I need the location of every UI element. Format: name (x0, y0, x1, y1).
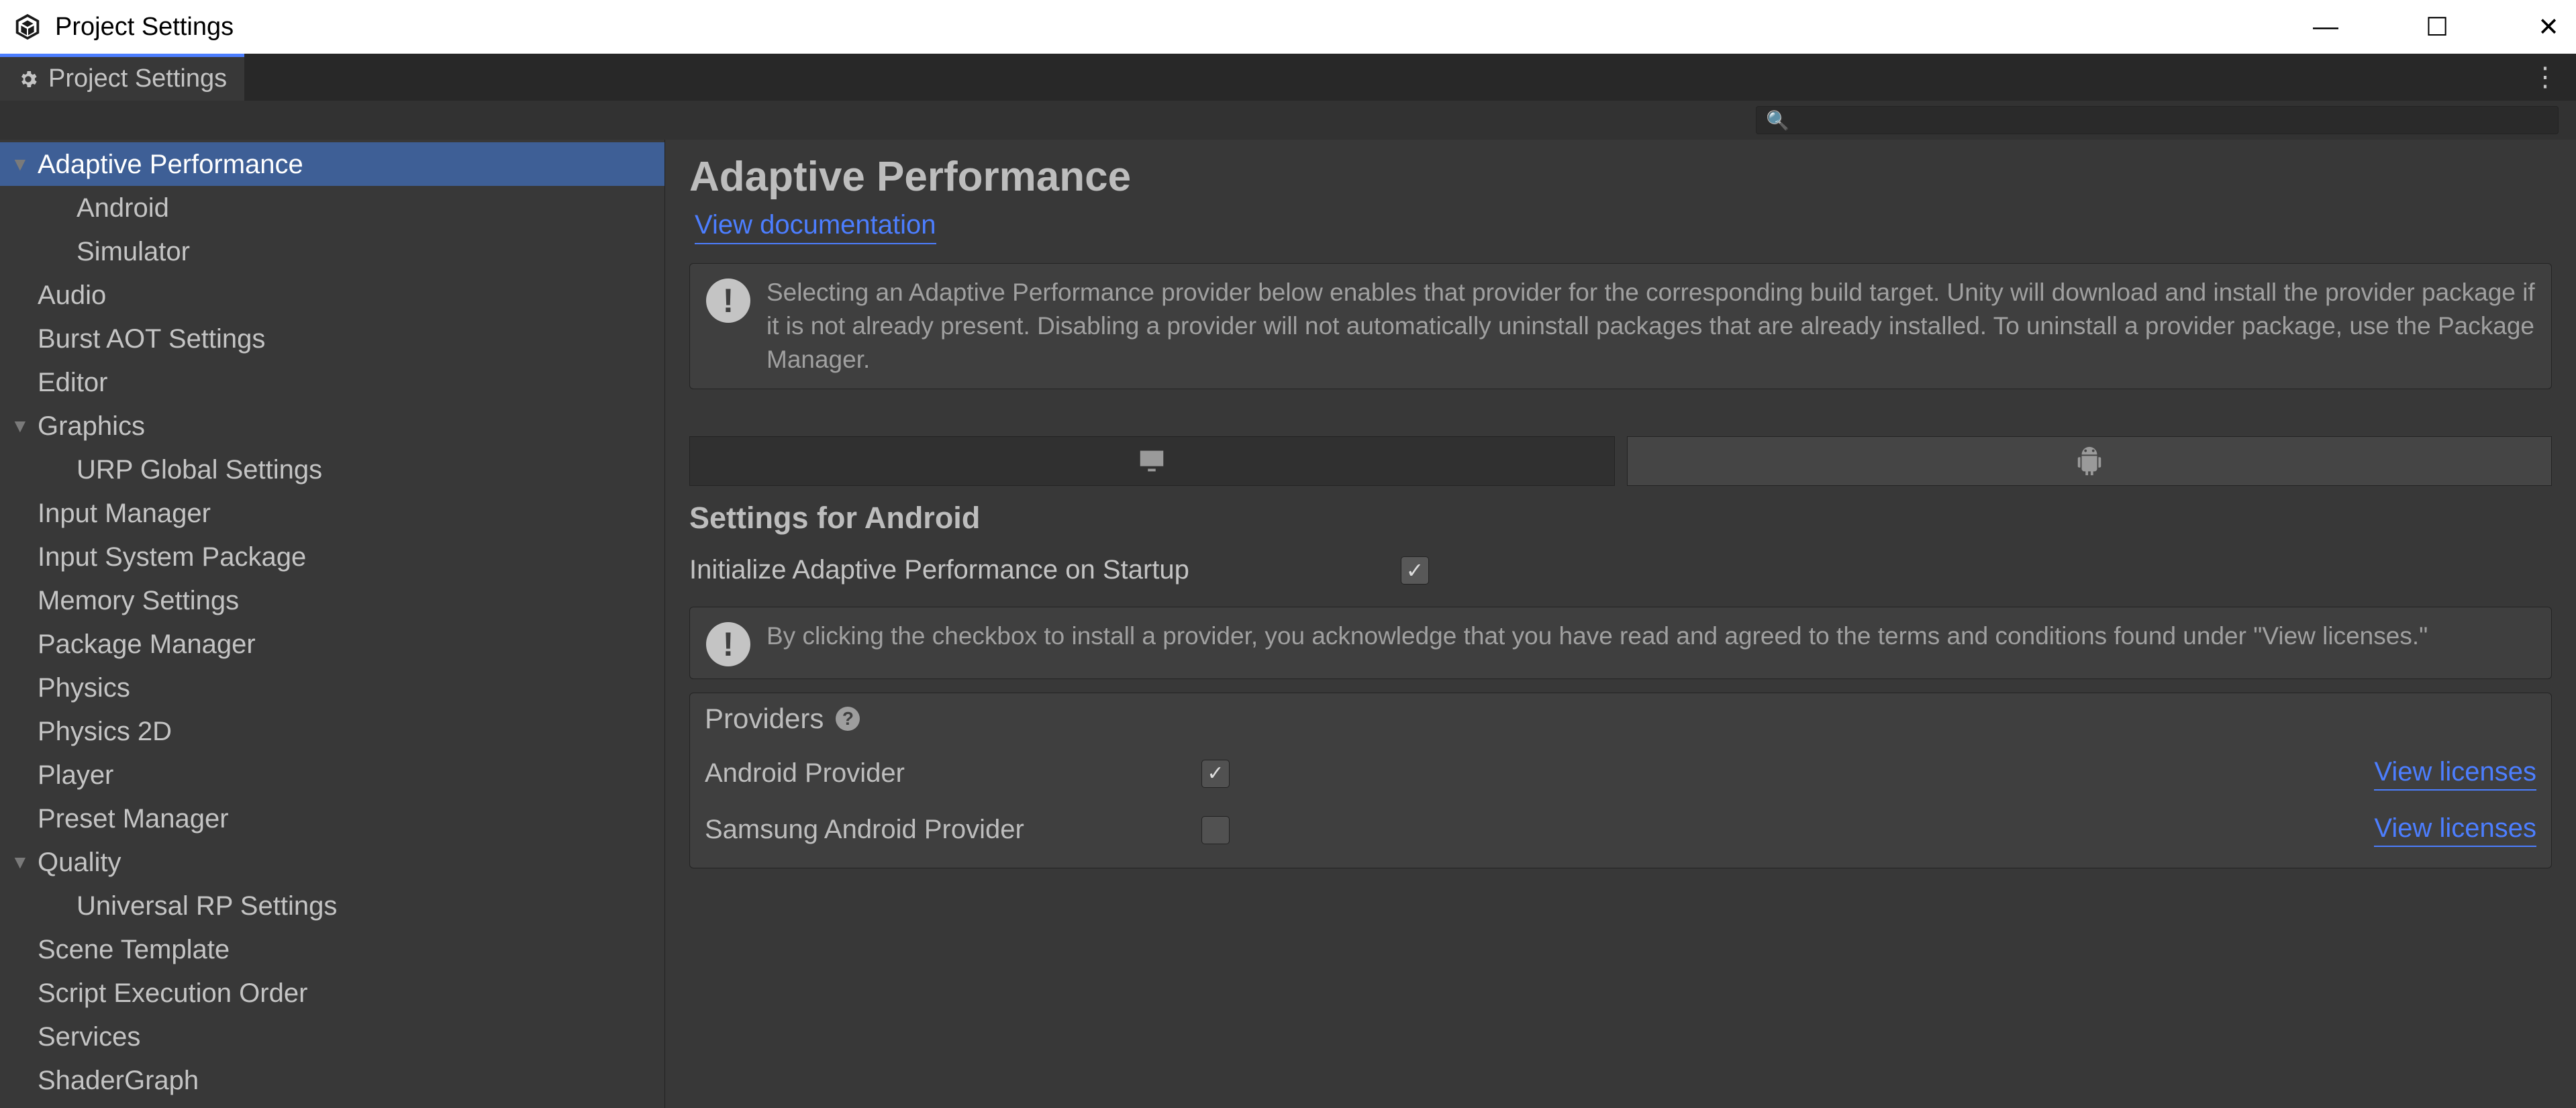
sidebar-item[interactable]: ▼Graphics (0, 404, 664, 448)
settings-content: Adaptive Performance View documentation … (664, 140, 2576, 1108)
provider-name: Samsung Android Provider (705, 815, 1201, 845)
providers-panel: Providers ? Android Provider✓ View licens… (689, 693, 2552, 868)
provider-checkbox[interactable]: ✓ (1201, 760, 1230, 788)
page-title: Adaptive Performance (689, 153, 2552, 201)
window-controls: — ☐ ✕ (2310, 12, 2564, 42)
platform-tabs (689, 436, 2552, 486)
sidebar-item[interactable]: Script Execution Order (0, 971, 664, 1015)
sidebar-item[interactable]: Audio (0, 273, 664, 317)
sidebar-item[interactable]: Physics 2D (0, 709, 664, 753)
monitor-icon (1136, 446, 1167, 476)
sidebar-item-label: Editor (35, 369, 108, 396)
provider-checkbox[interactable] (1201, 816, 1230, 844)
window-minimize-button[interactable]: — (2310, 13, 2341, 42)
tab-menu-button[interactable]: ⋮ (2514, 54, 2576, 101)
help-icon[interactable]: ? (836, 707, 860, 731)
provider-row: Android Provider✓ View licenses (705, 746, 2536, 802)
sidebar-item[interactable]: Memory Settings (0, 578, 664, 622)
sidebar-item-label: Simulator (74, 238, 190, 265)
info-text: By clicking the checkbox to install a pr… (766, 619, 2428, 653)
settings-sidebar: ▼Adaptive PerformanceAndroidSimulatorAud… (0, 140, 664, 1108)
tab-label: Project Settings (48, 64, 227, 93)
provider-row: Samsung Android Provider View licenses (705, 802, 2536, 858)
sidebar-item-label: Physics 2D (35, 718, 172, 745)
platform-tab-standalone[interactable] (689, 436, 1615, 486)
sidebar-item[interactable]: Package Manager (0, 622, 664, 666)
init-label: Initialize Adaptive Performance on Start… (689, 555, 1401, 585)
app-logo-icon (12, 11, 43, 42)
sidebar-item-label: Input Manager (35, 500, 211, 527)
info-callout-provider: ! Selecting an Adaptive Performance prov… (689, 263, 2552, 389)
sidebar-item-label: Scene Template (35, 936, 230, 963)
sidebar-item[interactable]: Input Manager (0, 491, 664, 535)
sidebar-item-label: Preset Manager (35, 805, 229, 832)
sidebar-item-label: Adaptive Performance (35, 151, 303, 178)
view-licenses-link[interactable]: View licenses (2374, 757, 2536, 791)
search-input[interactable]: 🔍 (1756, 106, 2559, 134)
sidebar-item[interactable]: Input System Package (0, 535, 664, 578)
sidebar-item[interactable]: ShaderGraph (0, 1058, 664, 1102)
sidebar-item-label: Quality (35, 849, 121, 876)
expand-arrow-icon: ▼ (11, 155, 35, 174)
sidebar-item[interactable]: Preset Manager (0, 797, 664, 840)
sidebar-item[interactable]: Editor (0, 360, 664, 404)
sidebar-item-label: Script Execution Order (35, 980, 307, 1007)
sidebar-item[interactable]: Android (0, 186, 664, 230)
sidebar-item-label: Services (35, 1023, 140, 1050)
sidebar-item-label: ShaderGraph (35, 1067, 199, 1094)
search-bar: 🔍 (0, 101, 2576, 140)
sidebar-item[interactable]: Player (0, 753, 664, 797)
sidebar-item[interactable]: URP Global Settings (0, 448, 664, 491)
expand-arrow-icon: ▼ (11, 853, 35, 872)
sidebar-item[interactable]: Scene Template (0, 927, 664, 971)
sidebar-item-label: Memory Settings (35, 587, 239, 614)
section-title: Settings for Android (689, 501, 2552, 536)
sidebar-item-label: URP Global Settings (74, 456, 322, 483)
sidebar-item[interactable]: ▼Adaptive Performance (0, 142, 664, 186)
search-icon: 🔍 (1766, 109, 1789, 132)
view-documentation-link[interactable]: View documentation (695, 210, 936, 244)
providers-title: Providers (705, 703, 824, 735)
provider-name: Android Provider (705, 758, 1201, 789)
view-licenses-link[interactable]: View licenses (2374, 813, 2536, 847)
init-checkbox[interactable]: ✓ (1401, 556, 1429, 585)
expand-arrow-icon: ▼ (11, 417, 35, 436)
sidebar-item[interactable]: ▼Quality (0, 840, 664, 884)
sidebar-item-label: Package Manager (35, 631, 256, 658)
android-icon (2074, 446, 2105, 476)
sidebar-item[interactable]: Burst AOT Settings (0, 317, 664, 360)
sidebar-item-label: Player (35, 762, 113, 789)
window-titlebar: Project Settings — ☐ ✕ (0, 0, 2576, 54)
window-maximize-button[interactable]: ☐ (2422, 12, 2453, 42)
info-text: Selecting an Adaptive Performance provid… (766, 276, 2535, 376)
sidebar-item-label: Android (74, 195, 169, 221)
sidebar-item[interactable]: Services (0, 1015, 664, 1058)
window-close-button[interactable]: ✕ (2533, 12, 2564, 42)
sidebar-item-label: Physics (35, 674, 130, 701)
sidebar-item-label: Graphics (35, 413, 145, 440)
providers-header: Providers ? (705, 703, 2536, 735)
platform-tab-android[interactable] (1627, 436, 2553, 486)
info-callout-license: ! By clicking the checkbox to install a … (689, 607, 2552, 679)
sidebar-item-label: Universal RP Settings (74, 893, 337, 919)
window-title: Project Settings (55, 13, 234, 42)
info-icon: ! (706, 279, 750, 323)
sidebar-item[interactable]: Universal RP Settings (0, 884, 664, 927)
sidebar-item[interactable]: Physics (0, 666, 664, 709)
sidebar-item-label: Audio (35, 282, 106, 309)
editor-tab-bar: Project Settings ⋮ (0, 54, 2576, 101)
gear-icon (17, 68, 39, 90)
tab-project-settings[interactable]: Project Settings (0, 54, 244, 101)
sidebar-item[interactable]: Simulator (0, 230, 664, 273)
row-initialize-on-startup: Initialize Adaptive Performance on Start… (689, 549, 2552, 592)
sidebar-item-label: Burst AOT Settings (35, 325, 265, 352)
sidebar-item-label: Input System Package (35, 544, 306, 570)
info-icon: ! (706, 622, 750, 666)
